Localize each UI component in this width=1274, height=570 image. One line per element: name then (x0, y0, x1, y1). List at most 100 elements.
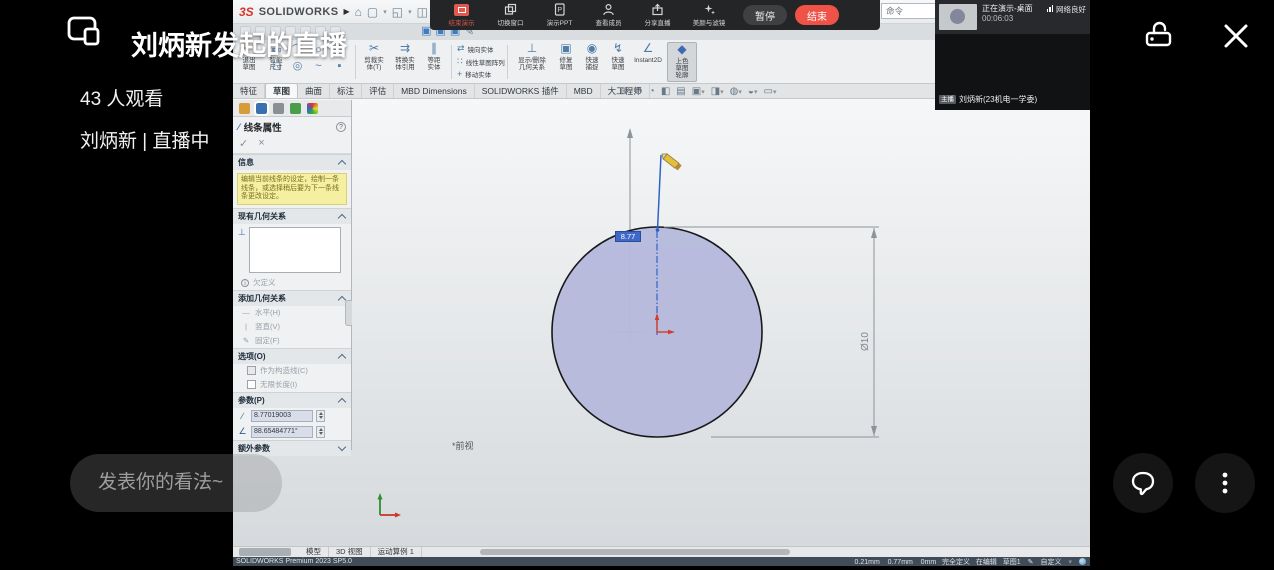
length-parameter-input[interactable] (251, 410, 313, 422)
horizontal-scrollbar[interactable] (480, 549, 790, 555)
propertymanager-tab-icon[interactable] (256, 103, 267, 114)
convert-entities-button[interactable]: ⇉ 转换实 体引用 (389, 42, 421, 82)
view-orientation-icon[interactable]: ▣▾ (692, 86, 705, 97)
comment-input[interactable]: 发表你的看法~ (70, 454, 282, 512)
present-ppt-button[interactable]: P 演示PPT (536, 3, 583, 27)
relations-listbox[interactable] (249, 227, 341, 273)
chat-button[interactable] (1113, 453, 1173, 513)
repair-sketch-button[interactable]: ▣ 修复 草图 (553, 42, 579, 82)
zoom-fit-icon[interactable]: ⊕ (620, 86, 628, 97)
live-stream-screen: 3S SOLIDWORKS ▶ ⌂ ▢▾ ◱▾ ◫▾ ⊟▾ 命令 ▣ ▣ ▣ ✎ (0, 0, 1274, 570)
tab-sketch[interactable]: 草图 (265, 83, 298, 98)
shaded-sketch-contours-button[interactable]: ◆ 上色 草图 轮廓 (667, 42, 697, 82)
tab-annotations[interactable]: 标注 (330, 84, 362, 98)
tab-evaluate[interactable]: 评估 (362, 84, 394, 98)
displaymanager-tab-icon[interactable] (307, 103, 318, 114)
save-icon[interactable]: ◫ (417, 6, 428, 18)
add-relations-header[interactable]: 添加几何关系 (233, 290, 351, 306)
display-relations-button[interactable]: ⊥ 显示/删除 几何关系 (511, 42, 553, 82)
tab-addins[interactable]: SOLIDWORKS 插件 (475, 84, 567, 98)
screen-cast-icon[interactable] (66, 14, 110, 52)
quick-sketch-button[interactable]: ↯ 快速 草图 (605, 42, 631, 82)
linear-pattern-button[interactable]: ∷ 线性草图阵列 (457, 56, 505, 67)
angle-parameter-input[interactable] (251, 426, 313, 438)
open-document-caret-icon[interactable]: ▾ (408, 8, 412, 16)
switch-window-button[interactable]: 切换窗口 (487, 3, 534, 27)
tab-motion-study[interactable]: 运动算例 1 (371, 547, 422, 557)
customize-menu[interactable]: 自定义 (1040, 557, 1061, 567)
share-live-button[interactable]: 分享直播 (634, 3, 681, 27)
close-icon[interactable] (1221, 21, 1251, 51)
appearance-icon[interactable]: ◒▾ (748, 86, 758, 97)
infinite-length-checkbox[interactable] (247, 380, 256, 389)
offset-entities-button[interactable]: ∥ 等距 实体 (421, 42, 447, 82)
open-document-icon[interactable]: ◱ (392, 6, 403, 18)
construction-line-checkbox[interactable] (247, 366, 256, 375)
view-members-button[interactable]: 查看成员 (585, 3, 632, 27)
parameters-section-header[interactable]: 参数(P) (233, 392, 351, 408)
line-being-drawn[interactable] (658, 155, 662, 230)
previous-view-icon[interactable]: ◔ (649, 86, 655, 97)
tab-3d-views[interactable]: 3D 视图 (329, 547, 371, 557)
quick-snaps-icon: ◉ (587, 42, 597, 56)
relation-horizontal[interactable]: — 水平(H) (233, 306, 351, 320)
rotation-lock-icon[interactable] (1141, 20, 1177, 50)
section-view-icon[interactable]: ◧ (661, 86, 670, 97)
cancel-icon[interactable]: × (258, 137, 264, 150)
menu-expand-icon[interactable]: ▶ (343, 7, 349, 16)
hide-show-items-icon[interactable]: ◍▾ (730, 86, 742, 97)
info-icon: i (241, 279, 249, 287)
display-style-icon[interactable]: ◨▾ (711, 86, 724, 97)
new-document-caret-icon[interactable]: ▾ (383, 8, 387, 16)
floating-presenter-window[interactable]: 正在演示-桌面 00:06:03 网络良好 主播 刘炳新(23机电一学委) (935, 0, 1090, 110)
search-commands-input[interactable]: 命令 (881, 3, 939, 19)
line-endpoint[interactable] (656, 228, 660, 232)
end-button[interactable]: 结束 (795, 5, 839, 25)
info-section-header[interactable]: 信息 (233, 154, 351, 170)
tab-features[interactable]: 特征 (233, 84, 265, 98)
angle-spinner[interactable] (316, 426, 325, 438)
infinite-length-option[interactable]: 无限长度(I) (233, 378, 351, 392)
signal-bars-icon (1047, 5, 1054, 12)
graphics-area[interactable]: Ø10 (233, 99, 1090, 546)
more-button[interactable] (1195, 453, 1255, 513)
beauty-filter-button[interactable]: 美颜与滤镜 (683, 3, 735, 27)
options-section-header[interactable]: 选项(O) (233, 348, 351, 364)
instant2d-button[interactable]: ∠ Instant2D (631, 42, 665, 82)
tab-surfaces[interactable]: 曲面 (298, 84, 330, 98)
tab-scroll-control[interactable] (239, 548, 291, 556)
dimxpertmanager-tab-icon[interactable] (290, 103, 301, 114)
move-entities-button[interactable]: + 移动实体 (457, 69, 491, 79)
mirror-entities-button[interactable]: ⇄ 镜向实体 (457, 43, 494, 54)
beauty-filter-icon (703, 3, 716, 16)
new-document-icon[interactable]: ▢ (367, 6, 378, 18)
pause-button[interactable]: 暂停 (743, 5, 787, 25)
relation-fix[interactable]: ✎ 固定(F) (233, 334, 351, 348)
panel-title: 线条属性 (244, 120, 282, 134)
product-version-label: SOLIDWORKS Premium 2023 SP5.0 (233, 558, 352, 565)
zoom-area-icon[interactable]: ⊖ (634, 86, 642, 97)
tab-model[interactable]: 模型 (299, 547, 329, 557)
existing-relations-header[interactable]: 现有几何关系 (233, 208, 351, 224)
annotations-visibility-icon[interactable]: ▤ (676, 86, 685, 97)
help-icon[interactable]: ? (336, 122, 346, 132)
configurationmanager-tab-icon[interactable] (273, 103, 284, 114)
view-settings-icon[interactable]: ▭▾ (763, 86, 776, 97)
status-globe-icon[interactable] (1079, 558, 1086, 565)
tab-mbd-dimensions[interactable]: MBD Dimensions (394, 84, 475, 98)
angle-parameter-row: ∠ (233, 424, 351, 440)
panel-splitter-handle[interactable] (345, 300, 352, 326)
relation-vertical[interactable]: | 竖直(V) (233, 320, 351, 334)
construction-line-option[interactable]: 作为构造线(C) (233, 364, 351, 378)
diameter-dimension-label[interactable]: Ø10 (860, 332, 871, 351)
featuremanager-tab-icon[interactable] (239, 103, 250, 114)
trim-entities-button[interactable]: ✂ 剪裁实 体(T) (359, 42, 389, 82)
info-message: 编辑当前线条的设定，绘制一条线条，或选择稍后要为下一条线条更改设定。 (237, 173, 347, 205)
tab-mbd[interactable]: MBD (567, 84, 601, 98)
length-spinner[interactable] (316, 410, 325, 422)
ok-icon[interactable]: ✓ (239, 137, 248, 150)
home-icon[interactable]: ⌂ (355, 6, 362, 18)
end-presentation-button[interactable]: 结束演示 (438, 4, 485, 27)
quick-snaps-button[interactable]: ◉ 快速 捕捉 (579, 42, 605, 82)
customize-caret-icon[interactable]: ▾ (1068, 558, 1072, 566)
